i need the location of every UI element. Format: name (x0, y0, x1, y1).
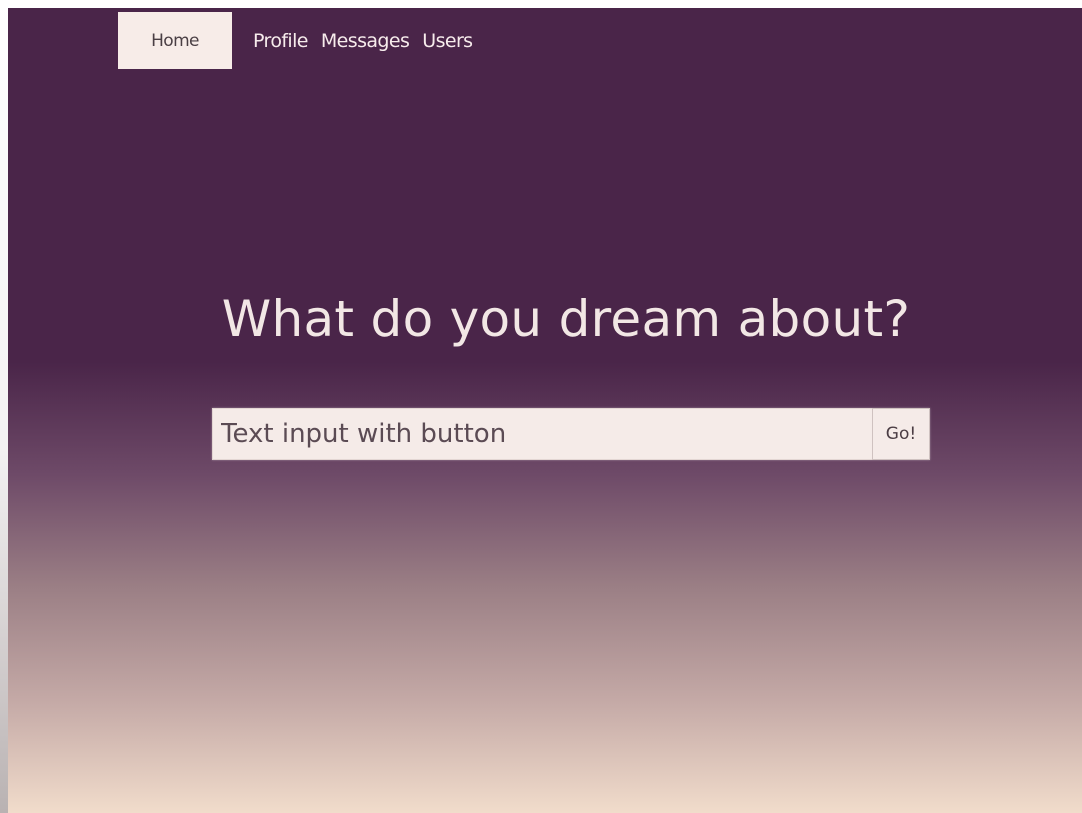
search-input[interactable] (212, 408, 872, 460)
hero-title: What do you dream about? (221, 290, 911, 348)
search-input-group: Go! (212, 408, 930, 460)
nav-item-messages[interactable]: Messages (321, 12, 410, 69)
top-navigation: Home Profile Messages Users (118, 12, 473, 69)
go-button[interactable]: Go! (872, 408, 930, 460)
nav-item-home[interactable]: Home (118, 12, 232, 69)
nav-item-users[interactable]: Users (422, 12, 473, 69)
nav-item-profile[interactable]: Profile (253, 12, 308, 69)
window-top-edge (0, 0, 1082, 8)
window-left-edge (0, 0, 8, 813)
